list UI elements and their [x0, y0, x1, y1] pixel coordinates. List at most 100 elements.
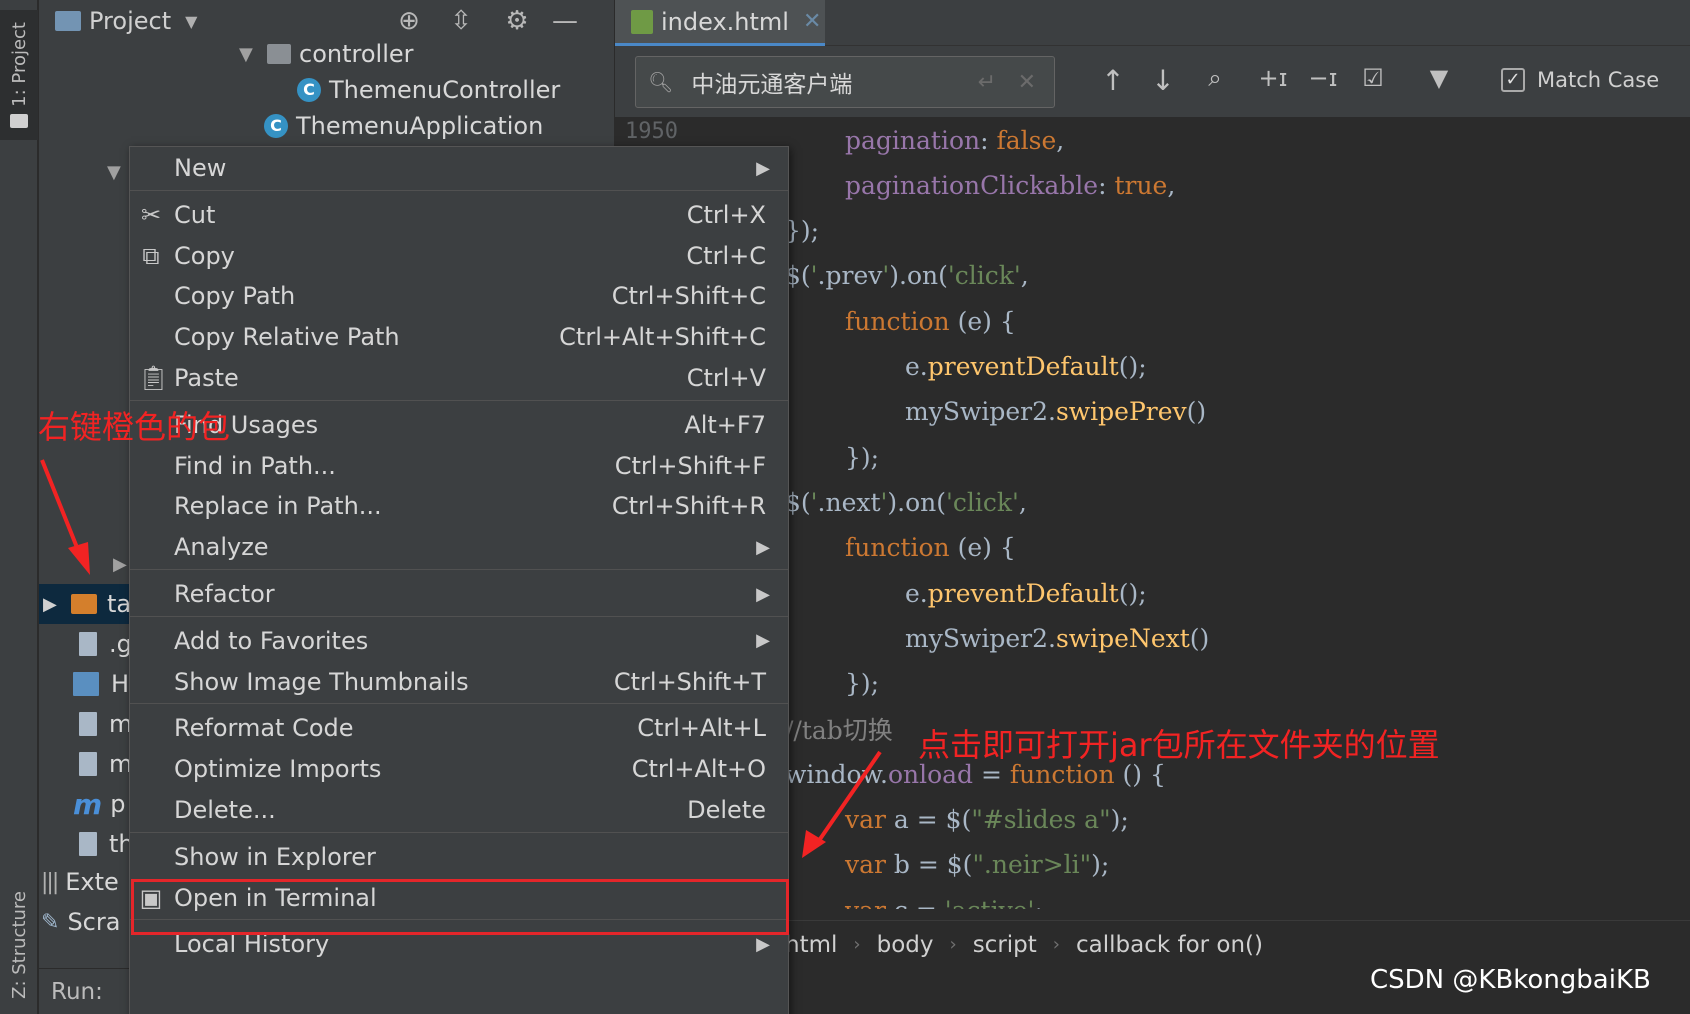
- menu-item-new[interactable]: New ▶: [130, 147, 788, 189]
- menu-item-reformat-code[interactable]: Reformat Code Ctrl+Alt+L: [130, 707, 788, 749]
- code-token: mySwiper2.: [905, 397, 1056, 427]
- code-token: (e) {: [949, 533, 1016, 563]
- tree-item-file[interactable]: m p: [73, 784, 125, 824]
- code-token: //tab切换: [785, 715, 893, 745]
- clear-icon[interactable]: ✕: [1018, 70, 1036, 95]
- collapse-icon[interactable]: ⇳: [445, 6, 477, 36]
- menu-item-label: Delete...: [174, 796, 276, 824]
- code-token: :: [1098, 170, 1115, 200]
- code-token: "#slides a": [971, 805, 1111, 834]
- left-tool-strip: 1: Project Z: Structure: [0, 0, 38, 1014]
- project-view-title[interactable]: Project: [89, 7, 171, 35]
- chevron-right-icon[interactable]: ▶: [113, 554, 127, 575]
- breadcrumb-item[interactable]: script: [973, 932, 1037, 958]
- add-selection-icon[interactable]: +ɪ: [1255, 64, 1291, 92]
- menu-item-label: Analyze: [174, 533, 269, 562]
- menu-item-paste[interactable]: 📋︎ Paste Ctrl+V: [130, 357, 788, 399]
- match-case-checkbox[interactable]: ✓: [1501, 68, 1525, 92]
- menu-item-refactor[interactable]: Refactor ▶: [130, 573, 788, 615]
- menu-item-copy-relative-path[interactable]: Copy Relative Path Ctrl+Alt+Shift+C: [130, 316, 788, 358]
- code-token: 'click': [947, 261, 1021, 291]
- find-input[interactable]: 🔍︎ 中油元通客户端 ↵ ✕: [635, 56, 1055, 108]
- chevron-right-icon[interactable]: ▶: [43, 594, 57, 615]
- menu-item-delete[interactable]: Delete... Delete: [130, 789, 788, 831]
- code-token: ();: [1118, 352, 1147, 381]
- code-token: ,: [1167, 170, 1176, 200]
- match-case-option[interactable]: ✓ Match Case: [1501, 68, 1659, 92]
- gear-icon[interactable]: ⚙: [501, 6, 533, 36]
- menu-item-optimize-imports[interactable]: Optimize Imports Ctrl+Alt+O: [130, 748, 788, 790]
- locate-icon[interactable]: ⊕: [393, 6, 425, 36]
- menu-separator: [130, 189, 788, 191]
- menu-separator: [130, 615, 788, 617]
- menu-item-replace-in-path[interactable]: Replace in Path... Ctrl+Shift+R: [130, 485, 788, 527]
- breadcrumb-item[interactable]: body: [877, 932, 934, 958]
- tree-item-scratches[interactable]: ✎ Scra: [41, 902, 120, 942]
- match-case-label: Match Case: [1537, 68, 1660, 92]
- project-tool-tab-label: 1: Project: [8, 21, 30, 107]
- tree-item-file[interactable]: m: [79, 744, 132, 784]
- select-all-occurrences-icon[interactable]: ☑: [1355, 64, 1391, 92]
- code-token: a = $(: [885, 805, 972, 834]
- tree-item-external-libraries[interactable]: ||| Exte: [41, 862, 119, 902]
- minimize-icon[interactable]: —: [549, 6, 581, 36]
- next-occurrence-icon[interactable]: ↓: [1145, 64, 1181, 97]
- menu-item-show-image-thumbnails[interactable]: Show Image Thumbnails Ctrl+Shift+T: [130, 661, 788, 703]
- tree-item-file[interactable]: H: [73, 664, 129, 704]
- breadcrumb-item[interactable]: html: [785, 932, 837, 958]
- chevron-down-icon[interactable]: ▼: [107, 162, 121, 183]
- tree-item-themenu-application[interactable]: C ThemenuApplication: [264, 106, 543, 146]
- maven-icon: m: [73, 787, 103, 821]
- code-token: preventDefault: [927, 578, 1119, 608]
- tree-item-file[interactable]: th: [79, 824, 134, 864]
- menu-item-shortcut: Ctrl+Alt+O: [631, 755, 766, 784]
- menu-item-copy[interactable]: ⧉ Copy Ctrl+C: [130, 235, 788, 277]
- code-line: e. preventDefault ();: [905, 572, 1147, 614]
- menu-item-label: Show Image Thumbnails: [174, 667, 469, 696]
- editor-tab-index-html[interactable]: index.html ✕: [615, 0, 825, 46]
- code-token: :: [980, 125, 997, 155]
- menu-item-label: New: [174, 154, 227, 182]
- chevron-down-icon[interactable]: ▼: [185, 12, 197, 31]
- menu-item-shortcut: Ctrl+Alt+L: [637, 714, 766, 743]
- tree-item-file[interactable]: m: [79, 704, 132, 744]
- menu-item-shortcut: Alt+F7: [684, 410, 766, 439]
- scissors-icon: ✂: [140, 200, 162, 229]
- tree-item-controller[interactable]: ▼ controller: [239, 34, 414, 74]
- code-token: swipePrev: [1055, 397, 1187, 427]
- code-token: ();: [1118, 578, 1147, 608]
- menu-item-label: Cut: [174, 200, 216, 229]
- remove-selection-icon[interactable]: −ɪ: [1305, 64, 1341, 92]
- filter-icon[interactable]: ▼: [1421, 64, 1457, 92]
- code-token: ,: [1018, 487, 1027, 517]
- code-token: window.: [785, 759, 888, 789]
- code-token: ".neir>li": [972, 850, 1092, 880]
- code-line: });: [845, 663, 879, 705]
- close-icon[interactable]: ✕: [803, 9, 821, 34]
- previous-occurrence-icon[interactable]: ↑: [1095, 64, 1131, 97]
- code-token: });: [845, 669, 880, 699]
- tree-item-label: Scra: [67, 908, 121, 936]
- menu-item-copy-path[interactable]: Copy Path Ctrl+Shift+C: [130, 275, 788, 317]
- breadcrumb-item[interactable]: callback for on(): [1076, 932, 1263, 958]
- menu-item-shortcut: Ctrl+Shift+T: [613, 667, 766, 696]
- find-all-icon[interactable]: ⌕: [1197, 64, 1233, 92]
- html-file-icon: [631, 9, 653, 34]
- menu-item-find-in-path[interactable]: Find in Path... Ctrl+Shift+F: [130, 445, 788, 487]
- project-tool-tab[interactable]: 1: Project: [0, 10, 38, 140]
- menu-item-show-in-explorer[interactable]: Show in Explorer: [130, 836, 788, 878]
- code-token: c =: [886, 896, 945, 909]
- menu-item-label: Optimize Imports: [174, 755, 382, 784]
- menu-item-shortcut: Ctrl+X: [686, 200, 766, 229]
- structure-tool-tab[interactable]: Z: Structure: [0, 880, 38, 1010]
- search-icon[interactable]: 🔍︎: [648, 70, 673, 94]
- menu-item-add-to-favorites[interactable]: Add to Favorites ▶: [130, 620, 788, 662]
- chevron-down-icon[interactable]: ▼: [239, 44, 253, 65]
- menu-item-analyze[interactable]: Analyze ▶: [130, 526, 788, 568]
- code-token: });: [785, 216, 820, 246]
- tree-item-file[interactable]: .g: [79, 624, 132, 664]
- tree-item-themenu-controller[interactable]: C ThemenuController: [297, 70, 560, 110]
- code-line: $(' .prev ').on('click',: [785, 255, 1029, 297]
- menu-item-cut[interactable]: ✂ Cut Ctrl+X: [130, 194, 788, 236]
- code-line: $(' .next ').on('click',: [785, 481, 1027, 523]
